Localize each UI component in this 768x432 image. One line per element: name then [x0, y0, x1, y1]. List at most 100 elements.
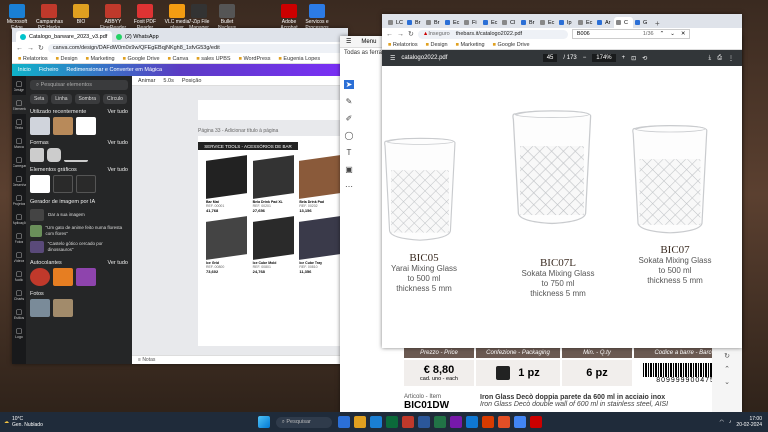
download-icon[interactable]: ⤓: [709, 55, 712, 62]
page-up-icon[interactable]: ⌃: [724, 365, 730, 373]
address-bar[interactable]: canva.com/design/DAFdW0m0x9w/QFEgEBqjNKg…: [47, 43, 344, 53]
bookmark-item[interactable]: ■ Design: [426, 42, 448, 48]
taskbar-app-icon[interactable]: [385, 416, 398, 428]
see-all-link[interactable]: Ver tudo: [108, 167, 129, 173]
position-button[interactable]: Posição: [182, 78, 202, 84]
rotate-icon[interactable]: ⟲: [642, 55, 647, 62]
sticker-thumb[interactable]: [53, 268, 73, 286]
draw-tool-icon[interactable]: ✐: [346, 114, 353, 123]
catalog-product[interactable]: Bela Drink Pad REF. 00202 13,156: [299, 155, 340, 213]
back-icon[interactable]: ←: [16, 45, 23, 52]
menu-button[interactable]: Menu: [361, 39, 376, 45]
find-next-icon[interactable]: ⌄: [670, 31, 675, 37]
desktop-icon[interactable]: Servicos e Processos: [304, 4, 330, 31]
bookmark-item[interactable]: ■ Marketing: [86, 56, 115, 62]
desktop-icon[interactable]: ABBYY FineReader: [100, 4, 126, 31]
zoom-in-icon[interactable]: +: [622, 55, 626, 61]
see-all-link[interactable]: Ver tudo: [108, 109, 129, 115]
find-input[interactable]: B006: [577, 31, 637, 37]
filter-chip[interactable]: Linha: [51, 94, 72, 104]
duration-button[interactable]: 5.0s: [163, 78, 173, 84]
side-nav-item[interactable]: ▢ Texto: [12, 114, 26, 133]
browser-tab[interactable]: G: [633, 17, 652, 28]
taskbar-search-input[interactable]: ⌕ Pesquisar: [275, 416, 332, 428]
catalog-product[interactable]: Ice Cube Tray REF. 00810 11,356: [299, 216, 340, 274]
taskbar-app-icon[interactable]: [369, 416, 382, 428]
catalog-product[interactable]: Bela Drink Pad XL REF. 00201 27,656: [252, 155, 294, 213]
browser-tab[interactable]: Ec: [538, 17, 557, 28]
taskbar-app-icon[interactable]: [465, 416, 478, 428]
side-nav-item[interactable]: ▢ Estilos: [12, 304, 26, 323]
browser-tab[interactable]: Ip: [557, 17, 576, 28]
find-prev-icon[interactable]: ⌃: [660, 31, 665, 37]
bookmark-item[interactable]: ■ Marketing: [456, 42, 485, 48]
shape-line[interactable]: [64, 148, 88, 162]
side-nav-item[interactable]: ▢Carregamentos: [12, 152, 26, 171]
reload-icon[interactable]: ↻: [408, 30, 414, 38]
see-all-link[interactable]: Ver tudo: [108, 260, 129, 266]
desktop-icon[interactable]: 7-Zip File Manager: [186, 4, 212, 31]
pdf-menu-icon[interactable]: ☰: [390, 55, 395, 62]
new-tab-icon[interactable]: +: [655, 19, 660, 28]
browser-tab[interactable]: Br: [405, 17, 424, 28]
desktop-icon[interactable]: Adobe Acrobat: [276, 4, 302, 31]
menu-inicio[interactable]: Inicio: [18, 67, 31, 73]
menu-resize[interactable]: Redimensionar e Converter em Mágica: [66, 67, 162, 73]
select-tool-icon[interactable]: ➤: [344, 80, 354, 89]
browser-tab[interactable]: Fi: [462, 17, 481, 28]
photo-thumb[interactable]: [53, 299, 73, 317]
bookmark-item[interactable]: ■ Design: [56, 56, 78, 62]
sticker-thumb[interactable]: [30, 268, 50, 286]
tab-whatsapp[interactable]: (2) WhatsApp: [112, 31, 192, 42]
taskbar-app-icon[interactable]: [353, 416, 366, 428]
pdf-page[interactable]: BIC05 Yarai Mixing Glass to 500 ml thicknes…: [382, 66, 742, 334]
back-icon[interactable]: ←: [386, 31, 393, 38]
taskbar-app-icon[interactable]: [433, 416, 446, 428]
weather-icon[interactable]: ☁: [4, 419, 9, 425]
forward-icon[interactable]: →: [397, 31, 404, 38]
address-bar[interactable]: ▲ Inseguro thebars.it/catalogo2022.pdf: [417, 29, 568, 39]
taskbar-app-icon[interactable]: [417, 416, 430, 428]
start-icon[interactable]: [257, 416, 270, 428]
side-nav-item[interactable]: ▢ Marca: [12, 133, 26, 152]
graphic-thumb[interactable]: [76, 175, 96, 193]
side-nav-item[interactable]: ▢ Design: [12, 76, 26, 95]
catalog-product[interactable]: Bar Mat REF. 00001 41,768: [206, 155, 247, 213]
browser-tab[interactable]: Ec: [576, 17, 595, 28]
browser-tab[interactable]: Br: [424, 17, 443, 28]
side-nav-item[interactable]: ▢ Vídeos: [12, 247, 26, 266]
elements-search-input[interactable]: ⌕ Pesquisar elementos: [30, 80, 128, 90]
animate-button[interactable]: Animar: [138, 78, 155, 84]
taskbar-app-icon[interactable]: [529, 416, 542, 428]
bookmark-item[interactable]: ■ WordPress: [239, 56, 271, 62]
desktop-icon[interactable]: Microsoft Edge: [4, 4, 30, 31]
side-nav-item[interactable]: ▢Aplicações: [12, 209, 26, 228]
volume-icon[interactable]: ♪: [729, 419, 732, 425]
desktop-icon[interactable]: Foxit PDF Reader: [132, 4, 158, 31]
bookmark-item[interactable]: ■ Eugenia Lopes: [279, 56, 321, 62]
bookmark-item[interactable]: ■ sales UPBS: [196, 56, 230, 62]
shape-rounded[interactable]: [47, 148, 61, 162]
browser-tab[interactable]: Br: [519, 17, 538, 28]
shape-tool-icon[interactable]: ◯: [345, 131, 354, 140]
filter-chip[interactable]: Círculo: [103, 94, 127, 104]
see-all-link[interactable]: Ver tudo: [108, 140, 129, 146]
taskbar-app-icon[interactable]: [449, 416, 462, 428]
desktop-icon[interactable]: Campanhas PG Hacks: [36, 4, 63, 31]
side-nav-item[interactable]: ▢ Charts: [12, 285, 26, 304]
comment-tool-icon[interactable]: ✎: [346, 97, 353, 106]
refresh-icon[interactable]: ↻: [724, 352, 730, 360]
clock-date[interactable]: 20-02-2024: [736, 422, 762, 428]
taskbar-app-icon[interactable]: [481, 416, 494, 428]
recent-thumb[interactable]: [76, 117, 96, 135]
filter-chip[interactable]: Seta: [30, 94, 49, 104]
ai-suggestion[interactable]: "Castelo gótico cercado por dinossauros": [26, 239, 132, 255]
desktop-icon[interactable]: Bullet Nucleus: [214, 4, 240, 31]
more-icon[interactable]: ⋮: [728, 55, 734, 62]
wifi-icon[interactable]: ◠: [720, 419, 724, 425]
menu-ficheiro[interactable]: Ficheiro: [39, 67, 59, 73]
side-nav-item[interactable]: ▢ Logo: [12, 323, 26, 342]
browser-tab[interactable]: LC: [386, 17, 405, 28]
bookmark-item[interactable]: ■ Google Drive: [493, 42, 530, 48]
sticker-thumb[interactable]: [76, 268, 96, 286]
